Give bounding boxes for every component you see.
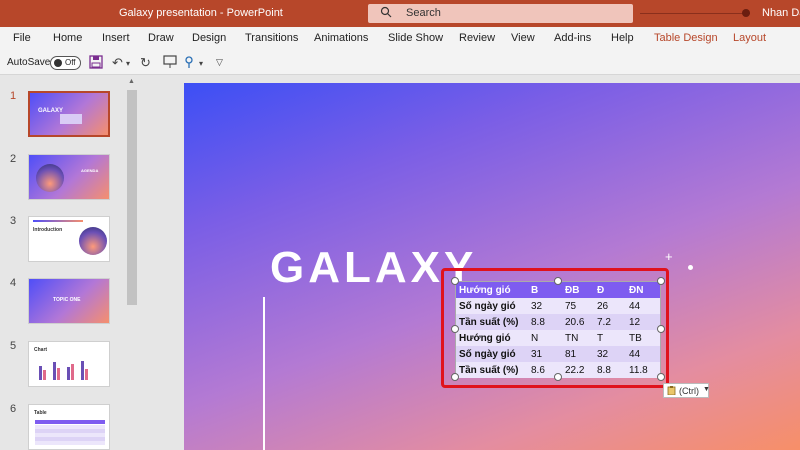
scrollbar-thumb[interactable] xyxy=(127,90,137,305)
clipboard-icon xyxy=(667,385,676,397)
thumb-title: Table xyxy=(34,410,47,416)
touch-mode-icon[interactable] xyxy=(183,55,197,72)
paste-options-button[interactable]: (Ctrl) ▼ xyxy=(663,383,710,398)
thumb-title: Chart xyxy=(34,347,48,353)
search-box[interactable]: Search xyxy=(368,4,633,23)
thumb-title: AGENDA xyxy=(81,168,99,173)
tab-transitions[interactable]: Transitions xyxy=(245,32,298,44)
autosave-label: AutoSave xyxy=(7,57,51,68)
sparkle-icon: + xyxy=(665,249,673,264)
tab-help[interactable]: Help xyxy=(611,32,634,44)
customize-icon[interactable]: ▽ xyxy=(216,57,223,68)
slide-number: 2 xyxy=(10,153,17,165)
search-placeholder: Search xyxy=(406,7,441,19)
scroll-up-icon[interactable]: ▲ xyxy=(128,78,135,85)
tab-slide-show[interactable]: Slide Show xyxy=(388,32,443,44)
thumb-accent-bar xyxy=(33,220,83,222)
save-icon[interactable] xyxy=(89,55,103,72)
user-name[interactable]: Nhan Da xyxy=(762,7,800,19)
undo-icon[interactable]: ↶ xyxy=(112,55,123,71)
autosave-toggle[interactable]: Off xyxy=(50,56,81,70)
slide-number: 5 xyxy=(10,340,17,352)
slide-thumbnail-5[interactable]: Chart xyxy=(28,341,110,387)
chevron-down-icon: ▼ xyxy=(703,386,710,393)
thumb-title: TOPIC ONE xyxy=(53,297,81,303)
slide-number: 1 xyxy=(10,90,17,102)
tab-view[interactable]: View xyxy=(511,32,535,44)
title-slider-thumb xyxy=(742,9,750,17)
title-slider-track xyxy=(640,13,750,14)
thumb-image xyxy=(36,164,64,192)
tab-animations[interactable]: Animations xyxy=(314,32,368,44)
tab-insert[interactable]: Insert xyxy=(102,32,130,44)
star-dot xyxy=(688,265,693,270)
slide-thumbnail-1[interactable]: GALAXY xyxy=(28,91,110,137)
thumb-title: Introduction xyxy=(33,227,63,233)
title-bar: Galaxy presentation - PowerPoint Search … xyxy=(0,0,800,27)
slide-thumbnail-4[interactable]: TOPIC ONE xyxy=(28,278,110,324)
thumb-chart xyxy=(39,361,88,380)
toggle-knob xyxy=(54,59,62,67)
decorative-line xyxy=(263,297,265,450)
highlight-box xyxy=(441,268,669,388)
slide-thumbnail-6[interactable]: Table xyxy=(28,404,110,450)
tab-layout[interactable]: Layout xyxy=(733,32,766,44)
thumb-table xyxy=(60,114,82,124)
tab-design[interactable]: Design xyxy=(192,32,226,44)
autosave-state: Off xyxy=(65,58,76,67)
thumb-table-header xyxy=(35,420,105,424)
undo-dropdown-icon[interactable]: ▾ xyxy=(126,59,130,68)
thumb-table-body xyxy=(35,425,105,445)
thumb-image xyxy=(79,227,107,255)
paste-options-label: (Ctrl) xyxy=(679,386,699,396)
slide-number: 3 xyxy=(10,215,17,227)
window-title: Galaxy presentation - PowerPoint xyxy=(119,7,283,19)
tab-draw[interactable]: Draw xyxy=(148,32,174,44)
touch-dropdown-icon[interactable]: ▾ xyxy=(199,59,203,68)
tab-home[interactable]: Home xyxy=(53,32,82,44)
quick-access-toolbar: AutoSave Off ↶ ▾ ↻ ▾ ▽ xyxy=(0,51,800,75)
search-icon xyxy=(380,6,392,21)
thumbnail-scrollbar[interactable]: ▲ xyxy=(126,78,138,450)
ribbon-tabs: File Home Insert Draw Design Transitions… xyxy=(0,27,800,51)
slide-thumbnail-2[interactable]: AGENDA xyxy=(28,154,110,200)
slide-number: 6 xyxy=(10,403,17,415)
redo-icon[interactable]: ↻ xyxy=(140,55,151,71)
slide-number: 4 xyxy=(10,277,17,289)
present-icon[interactable] xyxy=(163,55,177,72)
tab-add-ins[interactable]: Add-ins xyxy=(554,32,591,44)
tab-review[interactable]: Review xyxy=(459,32,495,44)
tab-file[interactable]: File xyxy=(13,32,31,44)
slide-thumbnail-3[interactable]: Introduction xyxy=(28,216,110,262)
tab-table-design[interactable]: Table Design xyxy=(654,32,718,44)
